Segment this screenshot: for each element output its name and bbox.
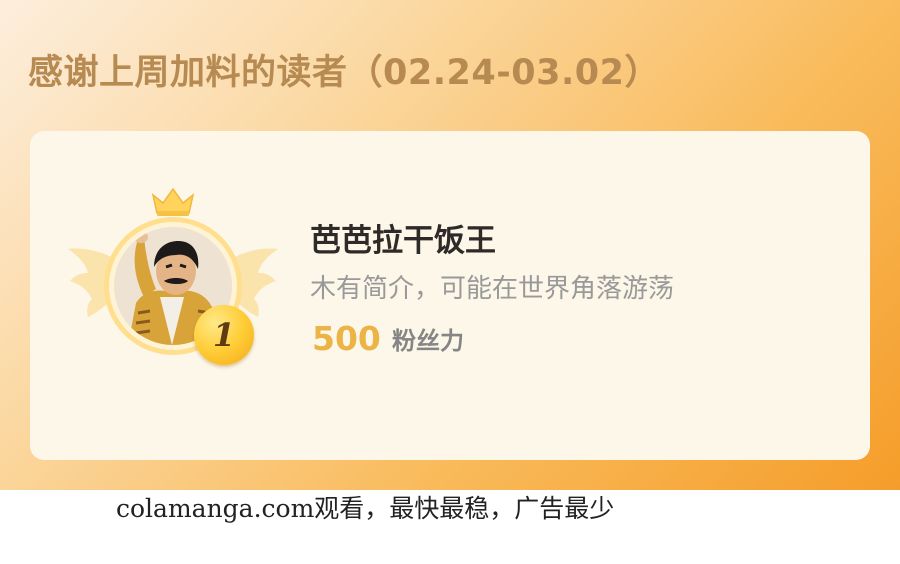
fans-power-unit: 粉丝力	[391, 327, 464, 355]
rank-badge: 1	[68, 181, 278, 371]
crown-icon	[151, 187, 195, 216]
reader-bio: 木有简介，可能在世界角落游荡	[310, 274, 675, 304]
fans-power-value: 500	[312, 319, 381, 358]
reader-card[interactable]: 1 芭芭拉干饭王 木有简介，可能在世界角落游荡 500 粉丝力	[30, 131, 870, 460]
thanks-banner: 感谢上周加料的读者（02.24-03.02） 1 芭芭拉干饭王 木有简介，可能在…	[0, 0, 900, 490]
reader-name[interactable]: 芭芭拉干饭王	[310, 215, 496, 260]
watermark-text: colamanga.com观看，最快最稳，广告最少	[116, 494, 615, 523]
fans-power: 500 粉丝力	[312, 319, 464, 358]
rank-medal-icon: 1	[194, 305, 254, 365]
rank-number: 1	[212, 316, 236, 354]
page-title: 感谢上周加料的读者（02.24-03.02）	[28, 53, 660, 93]
